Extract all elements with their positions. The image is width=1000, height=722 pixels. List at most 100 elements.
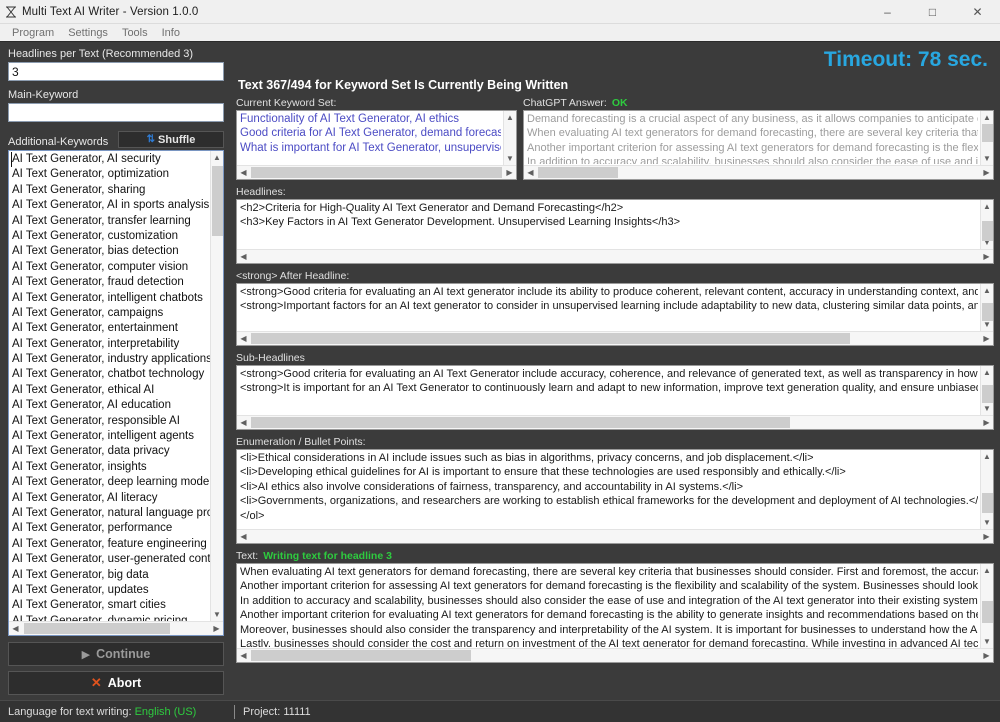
sub-headlines-content[interactable]: <strong>Good criteria for evaluating an … xyxy=(240,367,978,414)
current-keyword-set-content[interactable]: Functionality of AI Text Generator, AI e… xyxy=(240,112,501,164)
keyword-list-item[interactable]: AI Text Generator, data privacy xyxy=(11,444,223,459)
hscroll-track[interactable] xyxy=(250,332,980,345)
hscroll-thumb[interactable] xyxy=(251,167,502,178)
keyword-list-item[interactable]: AI Text Generator, fraud detection xyxy=(11,275,223,290)
after-vertical-scrollbar[interactable]: ▲ ▼ xyxy=(980,284,993,331)
vscroll-thumb[interactable] xyxy=(211,166,223,236)
keyword-list-item[interactable]: AI Text Generator, transfer learning xyxy=(11,214,223,229)
close-button[interactable]: ✕ xyxy=(955,0,1000,24)
current-keyword-set-box[interactable]: Functionality of AI Text Generator, AI e… xyxy=(236,110,517,180)
keyword-list-item[interactable]: AI Text Generator, user-generated conten… xyxy=(11,552,223,567)
vscroll-track[interactable] xyxy=(981,124,994,152)
scroll-up-icon[interactable]: ▲ xyxy=(981,564,994,577)
minimize-button[interactable]: – xyxy=(865,0,910,24)
text-horizontal-scrollbar[interactable]: ◀ ▶ xyxy=(237,648,993,662)
additional-keywords-listbox[interactable]: AI Text Generator, AI security AI Text Ge… xyxy=(8,150,224,636)
chatgpt-answer-content[interactable]: Demand forecasting is a crucial aspect o… xyxy=(527,112,978,164)
vscroll-track[interactable] xyxy=(981,577,994,635)
main-keyword-input[interactable] xyxy=(8,103,224,122)
keyword-list-item[interactable]: AI Text Generator, AI education xyxy=(11,398,223,413)
scroll-right-icon[interactable]: ▶ xyxy=(980,166,993,179)
keyword-list-item[interactable]: AI Text Generator, intelligent agents xyxy=(11,429,223,444)
continue-button[interactable]: ▶ Continue xyxy=(8,642,224,666)
keyword-list-item[interactable]: AI Text Generator, campaigns xyxy=(11,306,223,321)
menu-item-settings[interactable]: Settings xyxy=(61,24,115,42)
headlines-horizontal-scrollbar[interactable]: ◀ ▶ xyxy=(237,249,993,263)
text-vertical-scrollbar[interactable]: ▲ ▼ xyxy=(980,564,993,648)
scroll-down-icon[interactable]: ▼ xyxy=(981,402,994,415)
keyword-list-item[interactable]: AI Text Generator, optimization xyxy=(11,167,223,182)
keyword-list-item[interactable]: AI Text Generator, responsible AI xyxy=(11,414,223,429)
scroll-left-icon[interactable]: ◀ xyxy=(237,416,250,429)
kwset-vertical-scrollbar[interactable]: ▲ ▼ xyxy=(503,111,516,165)
keyword-list-item[interactable]: AI Text Generator, customization xyxy=(11,229,223,244)
hscroll-thumb[interactable] xyxy=(251,333,850,344)
scroll-left-icon[interactable]: ◀ xyxy=(237,332,250,345)
vscroll-thumb[interactable] xyxy=(981,124,993,142)
kwset-horizontal-scrollbar[interactable]: ◀ ▶ xyxy=(237,165,516,179)
scroll-left-icon[interactable]: ◀ xyxy=(237,530,250,543)
vscroll-track[interactable] xyxy=(981,213,994,241)
after-headline-box[interactable]: <strong>Good criteria for evaluating an … xyxy=(236,283,994,346)
hscroll-thumb[interactable] xyxy=(251,650,471,661)
answer-vertical-scrollbar[interactable]: ▲ ▼ xyxy=(980,111,993,165)
scroll-right-icon[interactable]: ▶ xyxy=(503,166,516,179)
abort-button[interactable]: ✕ Abort xyxy=(8,671,224,695)
headlines-vertical-scrollbar[interactable]: ▲ ▼ xyxy=(980,200,993,249)
scroll-up-icon[interactable]: ▲ xyxy=(504,111,517,124)
chatgpt-answer-box[interactable]: Demand forecasting is a crucial aspect o… xyxy=(523,110,994,180)
keyword-list-item[interactable]: AI Text Generator, interpretability xyxy=(11,337,223,352)
scroll-up-icon[interactable]: ▲ xyxy=(981,366,994,379)
maximize-button[interactable]: □ xyxy=(910,0,955,24)
keyword-list-item[interactable]: AI Text Generator, AI security xyxy=(11,152,223,168)
headlines-box[interactable]: <h2>Criteria for High-Quality AI Text Ge… xyxy=(236,199,994,264)
vscroll-track[interactable] xyxy=(981,379,994,403)
menu-item-info[interactable]: Info xyxy=(155,24,187,42)
keyword-list-item[interactable]: AI Text Generator, sharing xyxy=(11,183,223,198)
keyword-list-item[interactable]: AI Text Generator, computer vision xyxy=(11,260,223,275)
keyword-list-item[interactable]: AI Text Generator, natural language proc… xyxy=(11,506,223,521)
keyword-list-horizontal-scrollbar[interactable]: ◀ ▶ xyxy=(9,621,223,635)
vscroll-thumb[interactable] xyxy=(981,601,993,623)
scroll-up-icon[interactable]: ▲ xyxy=(211,151,224,164)
keyword-list-item[interactable]: AI Text Generator, entertainment xyxy=(11,321,223,336)
keyword-list-item[interactable]: AI Text Generator, AI in sports analysis xyxy=(11,198,223,213)
enumeration-horizontal-scrollbar[interactable]: ◀ ▶ xyxy=(237,529,993,543)
text-content[interactable]: When evaluating AI text generators for d… xyxy=(240,565,978,647)
hscroll-track[interactable] xyxy=(537,166,980,179)
scroll-up-icon[interactable]: ▲ xyxy=(981,200,994,213)
scroll-down-icon[interactable]: ▼ xyxy=(981,152,994,165)
hscroll-track[interactable] xyxy=(250,530,980,543)
scroll-up-icon[interactable]: ▲ xyxy=(981,284,994,297)
hscroll-track[interactable] xyxy=(250,166,503,179)
menu-item-tools[interactable]: Tools xyxy=(115,24,155,42)
scroll-right-icon[interactable]: ▶ xyxy=(980,530,993,543)
hscroll-track[interactable] xyxy=(250,649,980,662)
vscroll-thumb[interactable] xyxy=(981,493,993,513)
hscroll-thumb[interactable] xyxy=(538,167,618,178)
keyword-list-item[interactable]: AI Text Generator, chatbot technology xyxy=(11,367,223,382)
keyword-list[interactable]: AI Text Generator, AI security AI Text Ge… xyxy=(9,151,223,635)
keyword-list-item[interactable]: AI Text Generator, industry applications xyxy=(11,352,223,367)
hscroll-track[interactable] xyxy=(250,250,980,263)
keyword-list-item[interactable]: AI Text Generator, ethical AI xyxy=(11,383,223,398)
menu-item-program[interactable]: Program xyxy=(5,24,61,42)
scroll-down-icon[interactable]: ▼ xyxy=(211,608,224,621)
after-headline-content[interactable]: <strong>Good criteria for evaluating an … xyxy=(240,285,978,330)
vscroll-thumb[interactable] xyxy=(981,221,993,241)
scroll-up-icon[interactable]: ▲ xyxy=(981,111,994,124)
enumeration-content[interactable]: <li>Ethical considerations in AI include… xyxy=(240,451,978,528)
keyword-list-item[interactable]: AI Text Generator, big data xyxy=(11,568,223,583)
scroll-down-icon[interactable]: ▼ xyxy=(981,635,994,648)
sub-headlines-box[interactable]: <strong>Good criteria for evaluating an … xyxy=(236,365,994,430)
scroll-right-icon[interactable]: ▶ xyxy=(980,416,993,429)
shuffle-button[interactable]: ⇅ Shuffle xyxy=(118,131,224,148)
vscroll-track[interactable] xyxy=(211,164,224,608)
scroll-left-icon[interactable]: ◀ xyxy=(9,622,22,635)
hscroll-thumb[interactable] xyxy=(251,417,790,428)
keyword-list-item[interactable]: AI Text Generator, intelligent chatbots xyxy=(11,291,223,306)
hscroll-track[interactable] xyxy=(250,416,980,429)
hscroll-track[interactable] xyxy=(22,622,210,635)
scroll-up-icon[interactable]: ▲ xyxy=(981,450,994,463)
scroll-down-icon[interactable]: ▼ xyxy=(504,152,517,165)
